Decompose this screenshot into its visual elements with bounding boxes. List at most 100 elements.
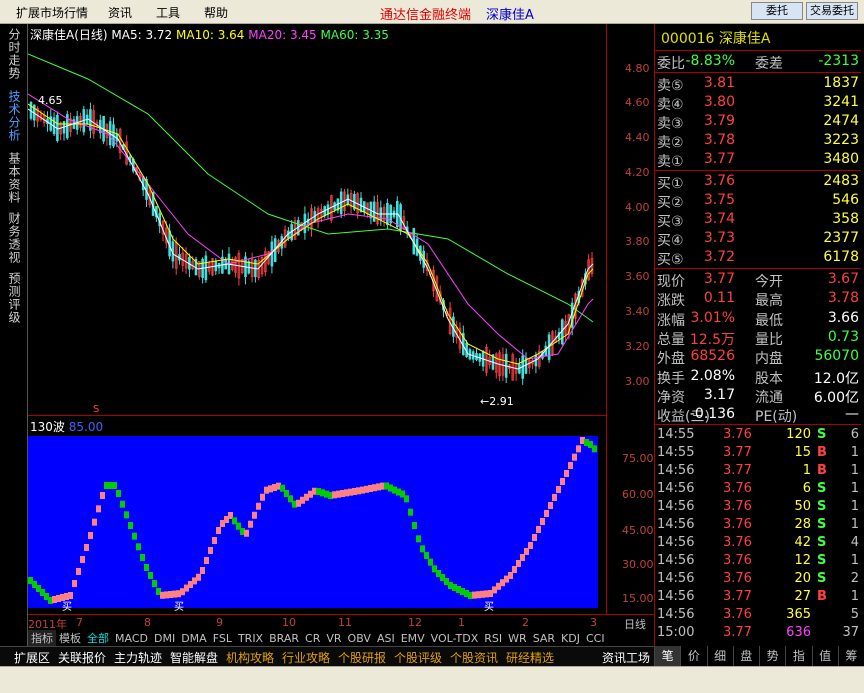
tab-sar[interactable]: SAR	[530, 632, 558, 645]
level-label: 买②	[657, 195, 684, 211]
buy-level-row: 买① 3.76 2483	[655, 172, 861, 192]
tab-value[interactable]: 值	[811, 646, 838, 666]
indicator-step	[80, 556, 85, 563]
buy-level-row: 买⑤ 3.72 6178	[655, 248, 861, 268]
btab-extended[interactable]: 扩展区	[14, 649, 50, 666]
tick-side: S	[817, 517, 827, 532]
tick-volume: 27	[794, 589, 811, 604]
btab-featured[interactable]: 研经精选	[506, 649, 554, 666]
tab-kdj[interactable]: KDJ	[558, 632, 583, 645]
menu-extended-market[interactable]: 扩展市场行情	[16, 4, 88, 21]
tab-technical[interactable]: 技术分析	[3, 90, 25, 142]
tab-indicator[interactable]: 指标	[28, 630, 56, 646]
tick-side: S	[817, 499, 827, 514]
tab-vr[interactable]: VR	[323, 632, 344, 645]
menu-bar: 扩展市场行情 资讯 工具 帮助 通达信金融终端 深康佳A 委托 交易委托	[0, 0, 864, 24]
stat-label: 外盘	[657, 351, 685, 368]
tab-detail[interactable]: 细	[706, 646, 733, 666]
tab-dmi[interactable]: DMI	[151, 632, 178, 645]
tab-obv[interactable]: OBV	[345, 632, 374, 645]
tab-vol-tdx[interactable]: VOL-TDX	[428, 632, 482, 645]
tab-order-book[interactable]: 盘	[732, 646, 759, 666]
tab-emv[interactable]: EMV	[398, 632, 428, 645]
tab-trix[interactable]: TRIX	[235, 632, 266, 645]
tick-time: 14:56	[657, 571, 695, 586]
level-volume: 6178	[823, 249, 859, 265]
indicator-step	[516, 560, 521, 567]
btab-stock-news[interactable]: 个股资讯	[450, 649, 498, 666]
indicator-step	[512, 566, 517, 573]
tick-row: 14:56 3.76 12 S 1	[655, 552, 861, 570]
tab-tick[interactable]: 笔	[654, 646, 681, 666]
stat-row: 净资 3.17 流通 6.00亿	[655, 386, 861, 406]
stat-value: 0.73	[827, 328, 859, 345]
level-volume: 3241	[823, 94, 859, 110]
tab-cr[interactable]: CR	[302, 632, 323, 645]
indicator-step	[76, 568, 81, 575]
order-button[interactable]: 委托	[751, 2, 803, 20]
tick-price: 3.77	[723, 625, 752, 640]
stat-label: 内盘	[755, 351, 783, 368]
menu-info[interactable]: 资讯	[108, 4, 132, 21]
btab-stock-rating[interactable]: 个股评级	[394, 649, 442, 666]
indicator-step	[120, 500, 125, 508]
kline-chart[interactable]: 深康佳A(日线) MA5: 3.72 MA10: 3.64 MA20: 3.45…	[28, 24, 606, 416]
tab-macd[interactable]: MACD	[112, 632, 151, 645]
tab-cci[interactable]: CCI	[583, 632, 608, 645]
tab-rating[interactable]: 预测评级	[3, 272, 25, 324]
stat-value: —	[845, 406, 859, 423]
tab-financials[interactable]: 财务透视	[3, 212, 25, 264]
tick-count: 4	[850, 535, 859, 550]
menu-tools[interactable]: 工具	[156, 4, 180, 21]
stat-value: 3.66	[827, 309, 859, 326]
tab-wr[interactable]: WR	[505, 632, 530, 645]
tick-time: 14:56	[657, 607, 695, 622]
btab-stock-research[interactable]: 个股研报	[338, 649, 386, 666]
tab-chips[interactable]: 筹	[837, 646, 864, 666]
tab-dma[interactable]: DMA	[178, 632, 210, 645]
tick-count: 1	[850, 553, 859, 568]
btab-info-workshop[interactable]: 资讯工场	[602, 649, 650, 666]
indicator-axis: 75.00 60.00 45.00 30.00 15.00	[606, 416, 654, 614]
stat-row: 总量 12.5万 量比 0.73	[655, 328, 861, 348]
tab-fsl[interactable]: FSL	[210, 632, 235, 645]
tab-brar[interactable]: BRAR	[266, 632, 302, 645]
left-tab-bar: 分时走势 技术分析 基本资料 财务透视 预测评级	[0, 24, 28, 646]
tick-count: 5	[850, 607, 859, 622]
high-label: 4.65	[38, 94, 63, 107]
tick-volume: 636	[786, 625, 811, 640]
btab-institution[interactable]: 机构攻略	[226, 649, 274, 666]
date-tick: 1	[458, 616, 465, 629]
level-price: 3.81	[703, 75, 735, 91]
level-volume: 3223	[823, 132, 859, 148]
price-tick: 3.00	[625, 375, 650, 388]
tab-rsi[interactable]: RSI	[481, 632, 505, 645]
tab-trend[interactable]: 势	[759, 646, 785, 666]
btab-related-quotes[interactable]: 关联报价	[58, 649, 106, 666]
tab-fundamentals[interactable]: 基本资料	[3, 152, 25, 204]
indicator-tick: 30.00	[622, 558, 654, 571]
level-label: 买④	[657, 233, 684, 249]
tick-side: S	[817, 481, 827, 496]
tab-template[interactable]: 模板	[56, 630, 84, 646]
indicator-step	[564, 470, 569, 477]
btab-industry[interactable]: 行业攻略	[282, 649, 330, 666]
indicator-step	[124, 511, 129, 519]
btab-main-force[interactable]: 主力轨迹	[114, 649, 162, 666]
trade-order-button[interactable]: 交易委托	[806, 2, 858, 20]
sell-level-row: 卖③ 3.79 2474	[655, 112, 861, 132]
tab-all[interactable]: 全部	[84, 630, 112, 646]
tab-intraday[interactable]: 分时走势	[3, 28, 25, 80]
level-label: 买③	[657, 214, 684, 230]
menu-help[interactable]: 帮助	[204, 4, 228, 21]
price-tick: 3.40	[625, 305, 650, 318]
tick-count: 1	[850, 589, 859, 604]
tick-side: B	[817, 589, 827, 604]
tick-price: 3.76	[723, 535, 752, 550]
indicator-panel[interactable]: 130波 85.00 买 买 买	[28, 416, 606, 614]
btab-smart-analysis[interactable]: 智能解盘	[170, 649, 218, 666]
tab-index[interactable]: 指	[785, 646, 811, 666]
tab-asi[interactable]: ASI	[374, 632, 398, 645]
date-tick: 7	[76, 616, 83, 629]
tab-price[interactable]: 价	[680, 646, 706, 666]
